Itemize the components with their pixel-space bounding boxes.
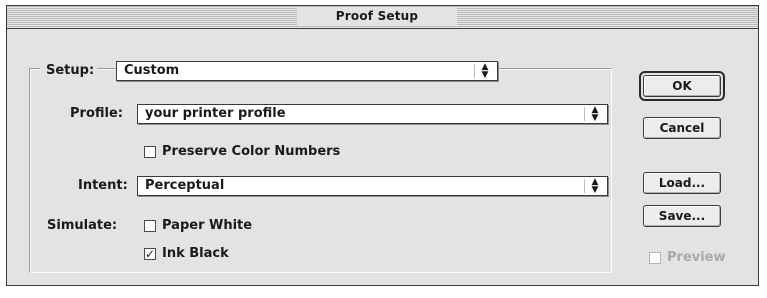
popup-separator bbox=[584, 107, 585, 121]
setup-label: Setup: bbox=[40, 61, 98, 81]
simulate-label: Simulate: bbox=[47, 218, 118, 233]
up-down-arrows-icon: ▲ ▼ bbox=[591, 177, 599, 195]
profile-popup[interactable]: your printer profile ▲ ▼ bbox=[137, 104, 608, 124]
popup-separator bbox=[474, 64, 475, 78]
ink-black-label[interactable]: Ink Black bbox=[162, 244, 229, 264]
profile-value: your printer profile bbox=[145, 106, 286, 121]
intent-popup[interactable]: Perceptual ▲ ▼ bbox=[137, 176, 608, 196]
intent-label: Intent: bbox=[78, 178, 128, 193]
paper-white-checkbox[interactable] bbox=[144, 220, 156, 232]
window-title: Proof Setup bbox=[297, 8, 457, 25]
cancel-button[interactable]: Cancel bbox=[643, 117, 721, 139]
checkmark-icon: ✓ bbox=[145, 247, 156, 261]
preview-label[interactable]: Preview bbox=[667, 248, 726, 268]
profile-label: Profile: bbox=[70, 106, 123, 121]
load-button[interactable]: Load... bbox=[643, 172, 721, 194]
ok-button[interactable]: OK bbox=[643, 75, 721, 97]
popup-separator bbox=[584, 179, 585, 193]
up-down-arrows-icon: ▲ ▼ bbox=[591, 105, 599, 123]
paper-white-label[interactable]: Paper White bbox=[162, 216, 252, 236]
save-button[interactable]: Save... bbox=[643, 205, 721, 227]
setup-popup[interactable]: Custom ▲ ▼ bbox=[116, 61, 498, 81]
settings-group-box bbox=[29, 68, 612, 273]
preserve-color-numbers-checkbox[interactable] bbox=[144, 146, 156, 158]
preserve-color-numbers-label[interactable]: Preserve Color Numbers bbox=[162, 142, 340, 162]
up-down-arrows-icon: ▲ ▼ bbox=[481, 62, 489, 80]
intent-value: Perceptual bbox=[145, 178, 225, 193]
title-bar[interactable]: Proof Setup bbox=[7, 6, 758, 29]
ink-black-checkbox[interactable]: ✓ bbox=[144, 248, 156, 260]
setup-value: Custom bbox=[124, 63, 180, 78]
preview-checkbox[interactable] bbox=[649, 252, 661, 264]
